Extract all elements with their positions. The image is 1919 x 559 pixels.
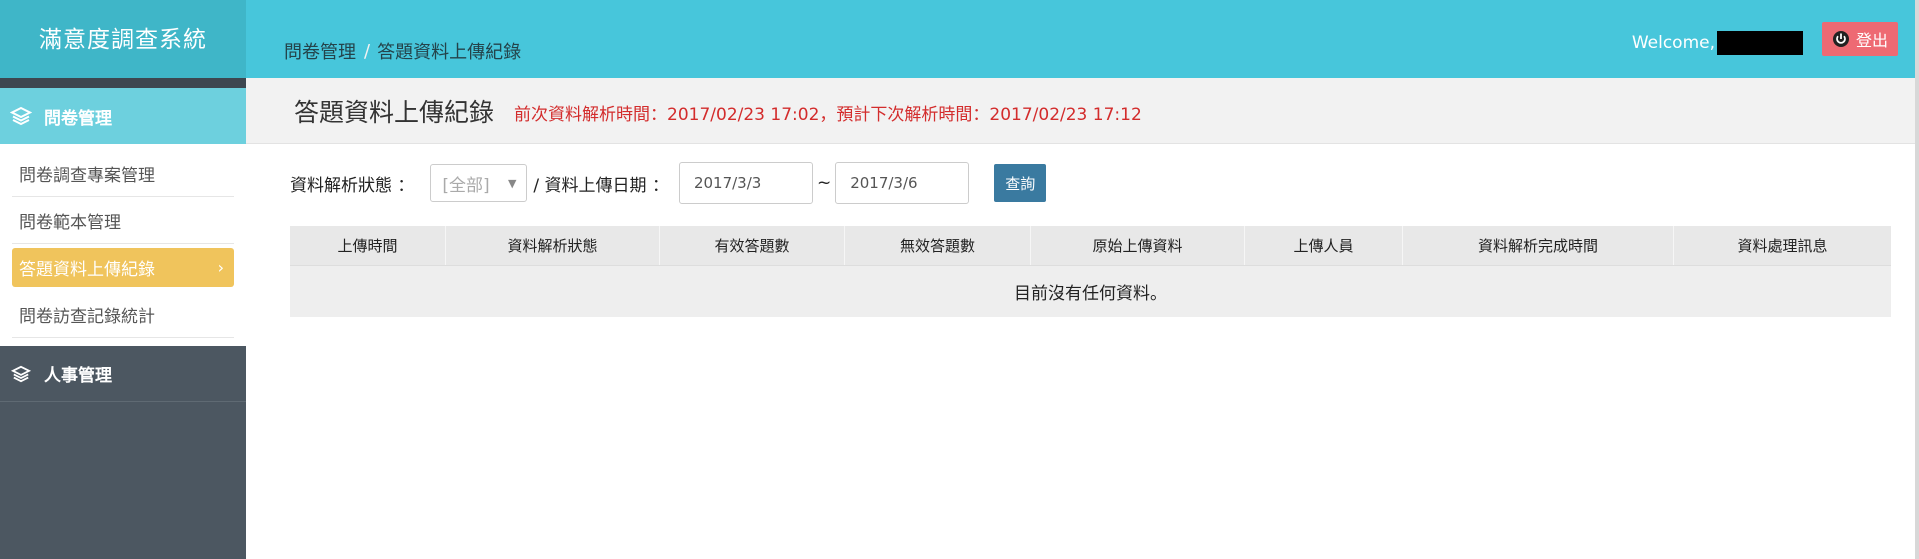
parse-time-note: 前次資料解析時間：2017/02/23 17:02，預計下次解析時間：2017/… — [514, 105, 1142, 125]
sidebar-item-label: 問卷調查專案管理 — [19, 165, 155, 186]
sidebar: 滿意度調查系統 問卷管理 問卷調查專案管理 問卷範本管理 答題資料上傳紀錄 › … — [0, 0, 246, 559]
sidebar-item-label: 答題資料上傳紀錄 — [19, 260, 155, 280]
breadcrumb: 問卷管理 / 答題資料上傳紀錄 — [284, 38, 521, 64]
filter-bar: 資料解析狀態 ： [全部] ▼ / 資料上傳日期 ： 2017/3/3 ~ 20… — [290, 162, 1047, 204]
table-header: 上傳時間 資料解析狀態 有效答題數 無效答題數 原始上傳資料 上傳人員 資料解析… — [290, 226, 1891, 266]
logout-label: 登出 — [1855, 31, 1888, 50]
date-to-value: 2017/3/6 — [850, 174, 918, 192]
logout-button[interactable]: 登出 — [1821, 22, 1898, 56]
sidebar-item-survey-templates[interactable]: 問卷範本管理 — [12, 197, 234, 244]
power-icon — [1832, 30, 1850, 48]
sidebar-item-label: 問卷訪查記錄統計 — [19, 306, 155, 327]
breadcrumb-item-survey-management[interactable]: 問卷管理 — [284, 38, 356, 64]
caret-down-icon: ▼ — [507, 176, 517, 190]
column-header-parse-complete-time[interactable]: 資料解析完成時間 — [1403, 226, 1674, 265]
main-content: 答題資料上傳紀錄 前次資料解析時間：2017/02/23 17:02，預計下次解… — [246, 78, 1919, 559]
status-select-value: [全部] — [442, 175, 490, 196]
sidebar-group-label: 問卷管理 — [44, 108, 112, 129]
date-to-input[interactable]: 2017/3/6 — [835, 162, 970, 204]
date-range-separator: ~ — [816, 173, 832, 193]
page-title: 答題資料上傳紀錄 — [294, 97, 495, 127]
sidebar-group-hr-management[interactable]: 人事管理 — [0, 346, 246, 402]
username-redacted — [1717, 31, 1803, 55]
sidebar-item-survey-projects[interactable]: 問卷調查專案管理 — [12, 150, 234, 197]
welcome-text: Welcome, — [1632, 31, 1803, 55]
column-header-invalid-count[interactable]: 無效答題數 — [845, 226, 1031, 265]
sidebar-group-survey-management[interactable]: 問卷管理 — [0, 88, 246, 144]
sidebar-item-visit-statistics[interactable]: 問卷訪查記錄統計 — [12, 291, 234, 338]
upload-records-table: 上傳時間 資料解析狀態 有效答題數 無效答題數 原始上傳資料 上傳人員 資料解析… — [290, 226, 1891, 317]
column-header-upload-time[interactable]: 上傳時間 — [290, 226, 446, 265]
chevron-right-icon: › — [217, 258, 224, 277]
layers-icon — [8, 363, 34, 385]
column-header-parse-status[interactable]: 資料解析狀態 — [446, 226, 660, 265]
column-header-valid-count[interactable]: 有效答題數 — [660, 226, 845, 265]
top-bar: 問卷管理 / 答題資料上傳紀錄 Welcome, 登出 — [246, 0, 1919, 78]
layers-icon — [8, 105, 34, 127]
window-scrollbar[interactable] — [1915, 0, 1919, 559]
column-header-original-file[interactable]: 原始上傳資料 — [1031, 226, 1245, 265]
sidebar-item-label: 問卷範本管理 — [19, 212, 121, 233]
search-button[interactable]: 查詢 — [994, 164, 1047, 202]
app-title: 滿意度調查系統 — [0, 0, 246, 78]
date-from-input[interactable]: 2017/3/3 — [678, 162, 813, 204]
column-header-uploader[interactable]: 上傳人員 — [1245, 226, 1403, 265]
empty-table-message: 目前沒有任何資料。 — [290, 266, 1891, 317]
upload-date-label: / 資料上傳日期 ： — [533, 175, 669, 196]
breadcrumb-separator: / — [364, 40, 371, 62]
status-select[interactable]: [全部] ▼ — [430, 164, 528, 202]
sidebar-group-label: 人事管理 — [44, 366, 112, 386]
date-from-value: 2017/3/3 — [693, 174, 762, 192]
status-filter-label: 資料解析狀態 ： — [290, 175, 415, 196]
page-header: 答題資料上傳紀錄 前次資料解析時間：2017/02/23 17:02，預計下次解… — [246, 78, 1919, 144]
breadcrumb-item-current: 答題資料上傳紀錄 — [377, 42, 522, 63]
welcome-label: Welcome, — [1631, 33, 1715, 53]
sidebar-item-upload-records[interactable]: 答題資料上傳紀錄 › — [12, 248, 234, 287]
brand-divider — [0, 78, 246, 88]
sidebar-submenu: 問卷調查專案管理 問卷範本管理 答題資料上傳紀錄 › 問卷訪查記錄統計 — [0, 144, 246, 346]
column-header-process-message[interactable]: 資料處理訊息 — [1674, 226, 1891, 265]
